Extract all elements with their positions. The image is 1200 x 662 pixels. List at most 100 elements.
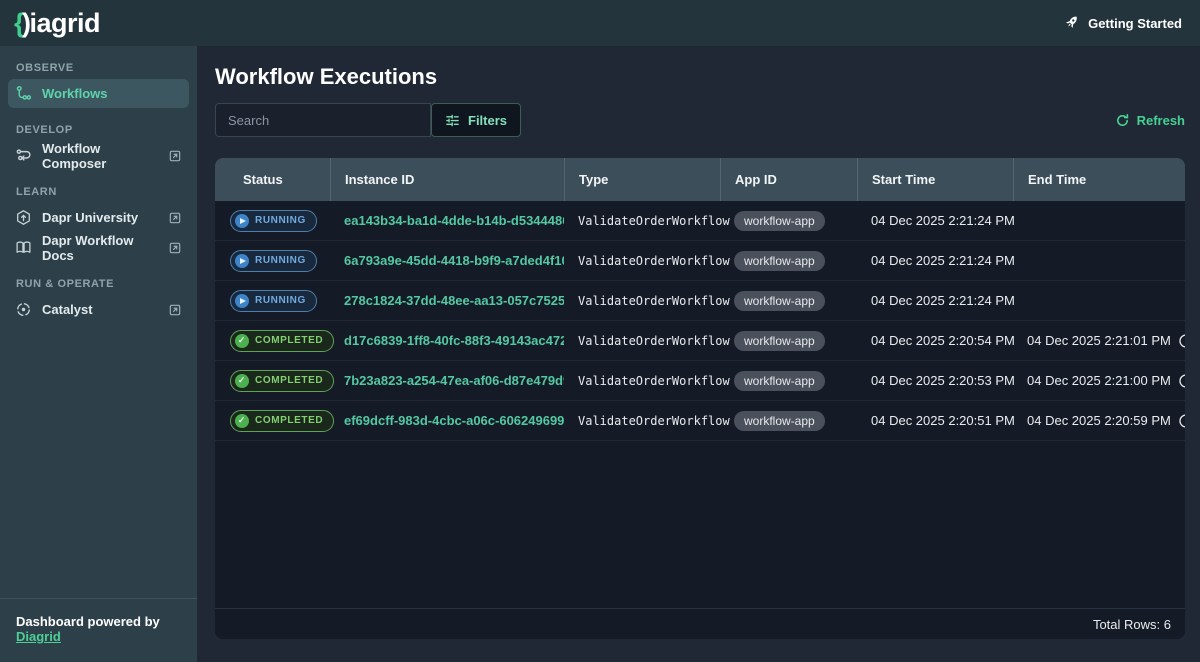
section-label-learn: LEARN: [16, 186, 181, 198]
end-time: 04 Dec 2025 2:20:59 PM: [1027, 413, 1171, 428]
top-bar: {)iagrid Getting Started: [0, 0, 1200, 46]
section-label-observe: OBSERVE: [16, 62, 181, 74]
app-id-badge: workflow-app: [734, 411, 825, 431]
status-icon: ✓: [235, 414, 249, 428]
docs-icon: [15, 239, 32, 256]
sidebar-item-workflows[interactable]: Workflows: [8, 79, 189, 108]
sidebar: OBSERVE Workflows DEVELOP Workflow Compo…: [0, 46, 197, 662]
sidebar-item-dapr-workflow-docs[interactable]: Dapr Workflow Docs: [8, 233, 189, 262]
instance-id-link[interactable]: 278c1824-37dd-48ee-aa13-057c7525a1ef: [344, 293, 564, 308]
status-icon: ✓: [235, 254, 249, 268]
section-label-develop: DEVELOP: [16, 124, 181, 136]
refresh-button[interactable]: Refresh: [1115, 113, 1185, 128]
column-header-instance-id: Instance ID: [330, 158, 564, 201]
instance-id-link[interactable]: ef69dcff-983d-4cbc-a06c-606249699b50: [344, 413, 564, 428]
status-label: RUNNING: [255, 255, 306, 266]
column-header-status: Status: [215, 158, 330, 201]
sidebar-item-label: Dapr University: [42, 210, 138, 225]
catalyst-icon: [15, 301, 32, 318]
table-row: ✓ COMPLETED ef69dcff-983d-4cbc-a06c-60624…: [215, 401, 1185, 441]
type-value: ValidateOrderWorkflow: [578, 254, 730, 268]
status-icon: ✓: [235, 374, 249, 388]
getting-started-label: Getting Started: [1088, 16, 1182, 31]
clock-icon: [1178, 373, 1185, 389]
table-empty-area: [215, 441, 1185, 608]
total-rows-label: Total Rows: 6: [1093, 617, 1171, 632]
status-label: RUNNING: [255, 215, 306, 226]
status-icon: ✓: [235, 334, 249, 348]
refresh-icon: [1115, 113, 1130, 128]
external-link-icon: [168, 149, 182, 163]
type-value: ValidateOrderWorkflow: [578, 414, 730, 428]
sidebar-item-catalyst[interactable]: Catalyst: [8, 295, 189, 324]
status-badge: ✓COMPLETED: [230, 370, 334, 392]
table-row: ✓ RUNNING 6a793a9e-45dd-4418-b9f9-a7ded4f…: [215, 241, 1185, 281]
refresh-label: Refresh: [1137, 113, 1185, 128]
logo-text: iagrid: [30, 8, 101, 39]
instance-id-link[interactable]: ea143b34-ba1d-4dde-b14b-d53444862...: [344, 213, 564, 228]
sidebar-item-dapr-university[interactable]: Dapr University: [8, 203, 189, 232]
column-header-app-id: App ID: [720, 158, 857, 201]
end-time: 04 Dec 2025 2:21:00 PM: [1027, 373, 1171, 388]
clock-icon: [1178, 333, 1185, 349]
composer-icon: [15, 147, 32, 164]
status-label: COMPLETED: [255, 335, 323, 346]
type-value: ValidateOrderWorkflow: [578, 334, 730, 348]
section-label-run-operate: RUN & OPERATE: [16, 278, 181, 290]
type-value: ValidateOrderWorkflow: [578, 214, 730, 228]
type-value: ValidateOrderWorkflow: [578, 294, 730, 308]
instance-id-link[interactable]: 7b23a823-a254-47ea-af06-d87e479d9c8d: [344, 373, 564, 388]
table-row: ✓ COMPLETED d17c6839-1ff8-40fc-88f3-49143…: [215, 321, 1185, 361]
university-icon: [15, 209, 32, 226]
diagrid-logo[interactable]: {)iagrid: [14, 8, 100, 39]
instance-id-link[interactable]: d17c6839-1ff8-40fc-88f3-49143ac47202: [344, 333, 564, 348]
workflow-icon: [15, 85, 32, 102]
status-badge: ✓ RUNNING: [230, 290, 317, 312]
start-time: 04 Dec 2025 2:20:54 PM: [871, 333, 1015, 348]
table-footer: Total Rows: 6: [215, 608, 1185, 639]
sidebar-footer: Dashboard powered by Diagrid: [0, 598, 197, 654]
footer-text: Dashboard powered by: [16, 614, 160, 629]
sidebar-item-label: Catalyst: [42, 302, 93, 317]
sidebar-item-label: Dapr Workflow Docs: [42, 233, 158, 263]
toolbar: Filters Refresh: [215, 103, 1185, 137]
getting-started-button[interactable]: Getting Started: [1064, 14, 1182, 33]
table-row: ✓COMPLETED 7b23a823-a254-47ea-af06-d87e4…: [215, 361, 1185, 401]
search-input[interactable]: [215, 103, 431, 137]
status-icon: ✓: [235, 294, 249, 308]
rocket-icon: [1064, 14, 1080, 33]
type-value: ValidateOrderWorkflow: [578, 374, 730, 388]
app-id-badge: workflow-app: [734, 251, 825, 271]
main-content: Workflow Executions Filters Refresh: [197, 46, 1200, 662]
status-label: RUNNING: [255, 295, 306, 306]
footer-brand-link[interactable]: Diagrid: [16, 629, 61, 644]
external-link-icon: [168, 211, 182, 225]
start-time: 04 Dec 2025 2:20:51 PM: [871, 413, 1015, 428]
table-row: ✓ RUNNING ea143b34-ba1d-4dde-b14b-d534448…: [215, 201, 1185, 241]
status-badge: ✓ COMPLETED: [230, 410, 334, 432]
filters-button[interactable]: Filters: [431, 103, 521, 137]
sidebar-item-label: Workflow Composer: [42, 141, 158, 171]
start-time: 04 Dec 2025 2:20:53 PM: [871, 373, 1015, 388]
start-time: 04 Dec 2025 2:21:24 PM: [871, 253, 1015, 268]
column-header-start-time: Start Time: [857, 158, 1013, 201]
column-header-end-time: End Time: [1013, 158, 1185, 201]
status-label: COMPLETED: [255, 415, 323, 426]
filters-label: Filters: [468, 113, 507, 128]
end-time: 04 Dec 2025 2:21:01 PM: [1027, 333, 1171, 348]
clock-icon: [1178, 413, 1185, 429]
app-id-badge: workflow-app: [734, 211, 825, 231]
status-badge: ✓ COMPLETED: [230, 330, 334, 352]
page-title: Workflow Executions: [215, 64, 1185, 90]
app-id-badge: workflow-app: [734, 331, 825, 351]
start-time: 04 Dec 2025 2:21:24 PM: [871, 293, 1015, 308]
status-icon: ✓: [235, 214, 249, 228]
status-badge: ✓ RUNNING: [230, 210, 317, 232]
start-time: 04 Dec 2025 2:21:24 PM: [871, 213, 1015, 228]
sidebar-item-workflow-composer[interactable]: Workflow Composer: [8, 141, 189, 170]
status-badge: ✓ RUNNING: [230, 250, 317, 272]
app-id-badge: workflow-app: [734, 291, 825, 311]
executions-table: Status Instance ID Type App ID Start Tim…: [215, 158, 1185, 639]
table-row: ✓ RUNNING 278c1824-37dd-48ee-aa13-057c752…: [215, 281, 1185, 321]
instance-id-link[interactable]: 6a793a9e-45dd-4418-b9f9-a7ded4f10b71: [344, 253, 564, 268]
